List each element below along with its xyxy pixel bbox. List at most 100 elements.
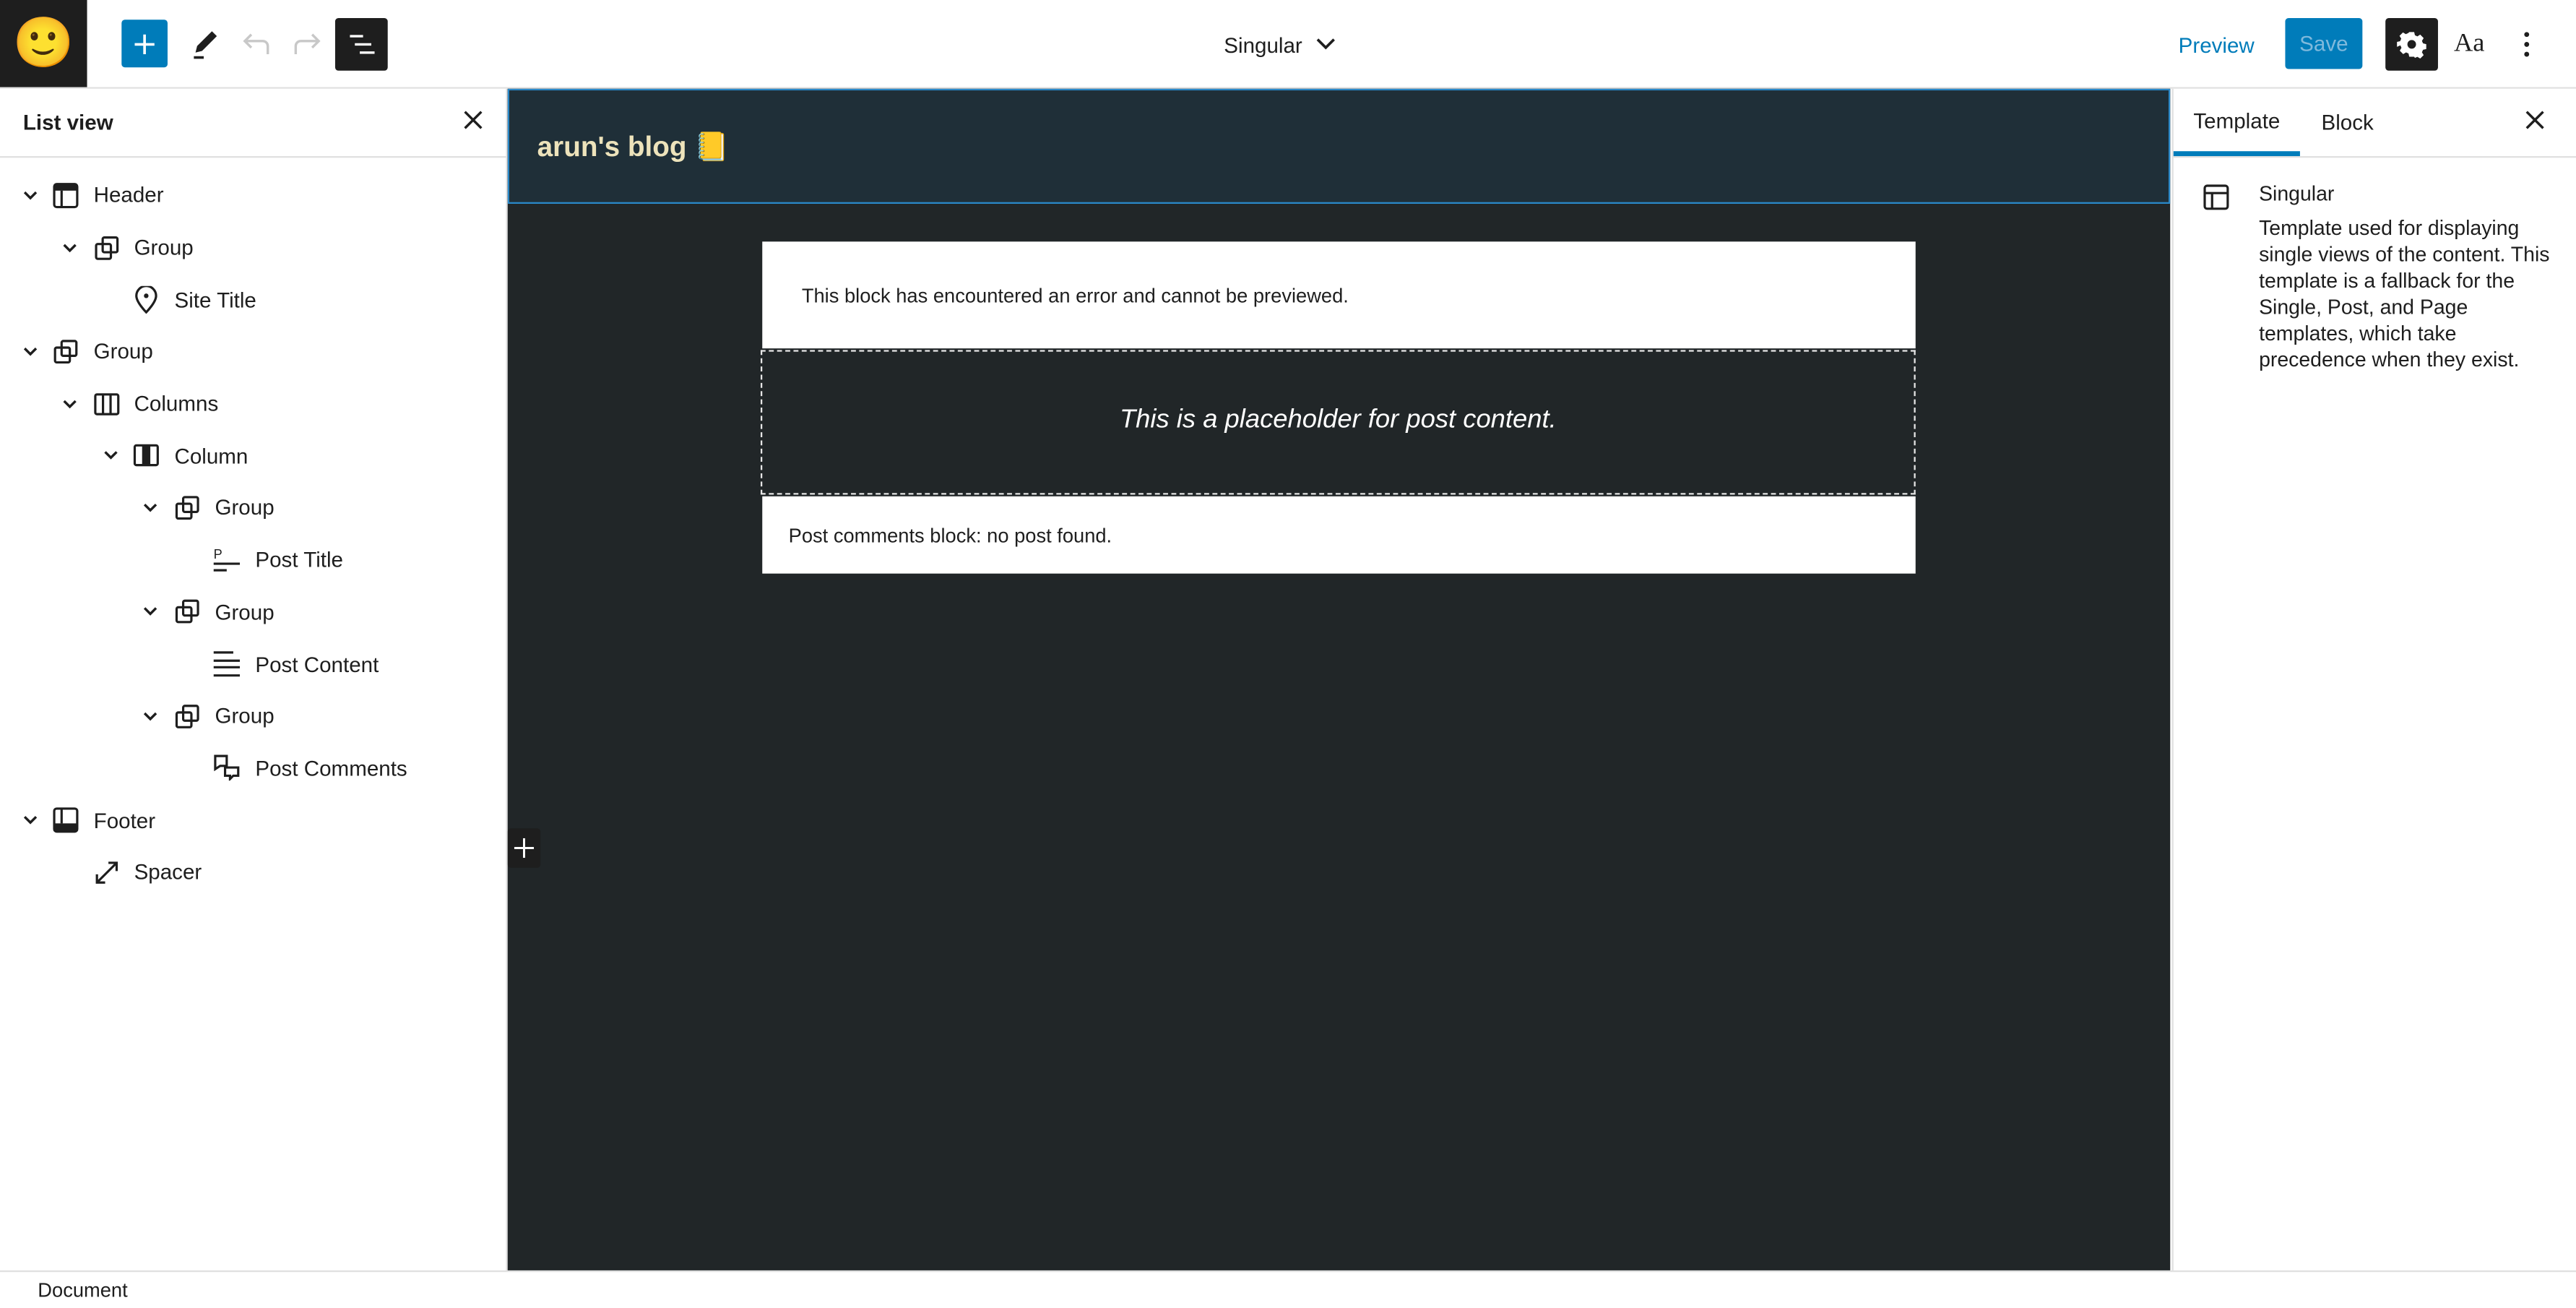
redo-icon	[294, 33, 321, 53]
chevron-down-icon[interactable]	[60, 394, 79, 413]
close-icon	[2525, 111, 2544, 129]
list-view-item-label: Group	[215, 495, 275, 520]
list-view-item[interactable]: Columns	[0, 377, 506, 429]
plus-icon	[134, 33, 155, 53]
list-view-item[interactable]: Group	[0, 482, 506, 534]
close-icon	[464, 110, 483, 129]
post-title-icon: P	[212, 545, 242, 575]
close-sidebar-button[interactable]	[2525, 108, 2544, 138]
list-view-item-label: Header	[93, 183, 164, 208]
chevron-down-icon	[1315, 38, 1335, 50]
chevron-down-icon[interactable]	[100, 446, 120, 465]
chevron-down-icon[interactable]	[60, 238, 79, 257]
list-view-panel: List view Header Group Site Title Group Colu…	[0, 88, 508, 1270]
post-content-icon	[212, 649, 242, 679]
spacer-icon	[91, 858, 121, 887]
group-icon	[172, 493, 202, 522]
list-view-item-label: Group	[134, 235, 194, 260]
tab-block[interactable]: Block	[2321, 89, 2373, 156]
site-title[interactable]: arun's blog 📒	[537, 132, 730, 164]
header-template-part[interactable]: arun's blog 📒	[507, 88, 2171, 205]
list-view-item[interactable]: Header	[0, 169, 506, 221]
list-view-item[interactable]: P Post Title	[0, 534, 506, 586]
list-view-item[interactable]: Footer	[0, 794, 506, 846]
list-view-item-label: Site Title	[174, 287, 256, 312]
list-view-header: List view	[0, 89, 506, 158]
canvas-inserter-button[interactable]	[507, 828, 541, 868]
group-icon	[172, 701, 202, 731]
list-view-title: List view	[22, 110, 113, 135]
plus-icon	[514, 838, 535, 859]
post-comments-block[interactable]: Post comments block: no post found.	[762, 496, 1916, 574]
list-view-item[interactable]: Group	[0, 221, 506, 273]
undo-icon	[243, 33, 269, 53]
list-view-item-label: Post Title	[255, 547, 343, 572]
error-message: This block has encountered an error and …	[801, 284, 1349, 308]
post-content-block[interactable]: This is a placeholder for post content.	[760, 350, 1916, 495]
editor-canvas[interactable]: arun's blog 📒 This block has encountered…	[507, 88, 2171, 1270]
document-title: Singular	[1224, 32, 1302, 57]
post-content-placeholder: This is a placeholder for post content.	[1119, 405, 1557, 434]
columns-icon	[91, 389, 121, 418]
site-editor: 🙂 Singular Preview Save Aa List view Hea…	[0, 0, 2576, 1308]
list-view-item-label: Post Comments	[255, 755, 407, 781]
undo-button[interactable]	[235, 20, 277, 67]
close-list-view-button[interactable]	[463, 109, 483, 135]
list-view-item-label: Post Content	[255, 651, 379, 676]
list-view-item-label: Group	[93, 339, 153, 364]
chevron-down-icon[interactable]	[141, 498, 160, 517]
list-view-item[interactable]: Group	[0, 586, 506, 638]
list-view-item[interactable]: Column	[0, 430, 506, 482]
tab-template[interactable]: Template	[2173, 89, 2300, 157]
settings-sidebar: Template Block Singular Template used fo…	[2171, 88, 2576, 1270]
site-emoji-icon: 🙂	[12, 16, 74, 71]
tools-button[interactable]	[184, 20, 227, 67]
options-menu-button[interactable]	[2505, 20, 2548, 67]
list-view-item[interactable]: Spacer	[0, 846, 506, 898]
site-icon-button[interactable]: 🙂	[0, 0, 87, 87]
list-view-item[interactable]: Post Comments	[0, 742, 506, 794]
breadcrumb-document[interactable]: Document	[38, 1278, 127, 1301]
error-block[interactable]: This block has encountered an error and …	[762, 241, 1916, 349]
column-icon	[131, 441, 161, 470]
post-comments-message: Post comments block: no post found.	[788, 524, 1112, 548]
block-breadcrumb-bar: Document	[0, 1270, 2576, 1308]
list-view-item[interactable]: Site Title	[0, 273, 506, 325]
list-view-icon	[350, 35, 375, 54]
post-comments-icon	[212, 754, 242, 783]
styles-button[interactable]: Aa	[2448, 20, 2491, 67]
map-marker-icon	[131, 285, 161, 314]
svg-text:P: P	[215, 547, 223, 562]
save-button[interactable]: Save	[2285, 18, 2363, 69]
block-tree: Header Group Site Title Group Columns Column G…	[0, 158, 506, 898]
template-part-footer-icon	[51, 806, 81, 835]
chevron-down-icon[interactable]	[20, 342, 39, 361]
pencil-icon	[194, 30, 217, 59]
template-description: Template used for displaying single view…	[2259, 217, 2550, 371]
list-view-item[interactable]: Group	[0, 325, 506, 377]
more-vertical-icon	[2524, 31, 2530, 56]
chevron-down-icon[interactable]	[20, 186, 39, 205]
document-title-dropdown[interactable]: Singular	[1224, 23, 1335, 66]
block-inserter-button[interactable]	[121, 20, 168, 68]
settings-button[interactable]	[2385, 18, 2438, 71]
group-icon	[51, 337, 81, 366]
group-icon	[172, 597, 202, 627]
list-view-item[interactable]: Group	[0, 690, 506, 742]
list-view-item-label: Group	[215, 599, 275, 624]
list-view-item[interactable]: Post Content	[0, 638, 506, 690]
list-view-item-label: Group	[215, 703, 275, 728]
chevron-down-icon[interactable]	[141, 602, 160, 621]
chevron-down-icon[interactable]	[20, 810, 39, 830]
list-view-item-label: Column	[174, 443, 248, 468]
list-view-item-label: Footer	[93, 807, 156, 833]
list-view-toggle[interactable]	[334, 18, 388, 71]
preview-button[interactable]: Preview	[2179, 20, 2255, 69]
editor-header: 🙂 Singular Preview Save Aa	[0, 0, 2576, 89]
layout-icon	[2203, 184, 2229, 210]
redo-button[interactable]	[286, 20, 329, 67]
list-view-item-label: Columns	[134, 391, 219, 416]
chevron-down-icon[interactable]	[141, 706, 160, 726]
template-name: Singular	[2259, 182, 2335, 206]
group-icon	[91, 233, 121, 262]
